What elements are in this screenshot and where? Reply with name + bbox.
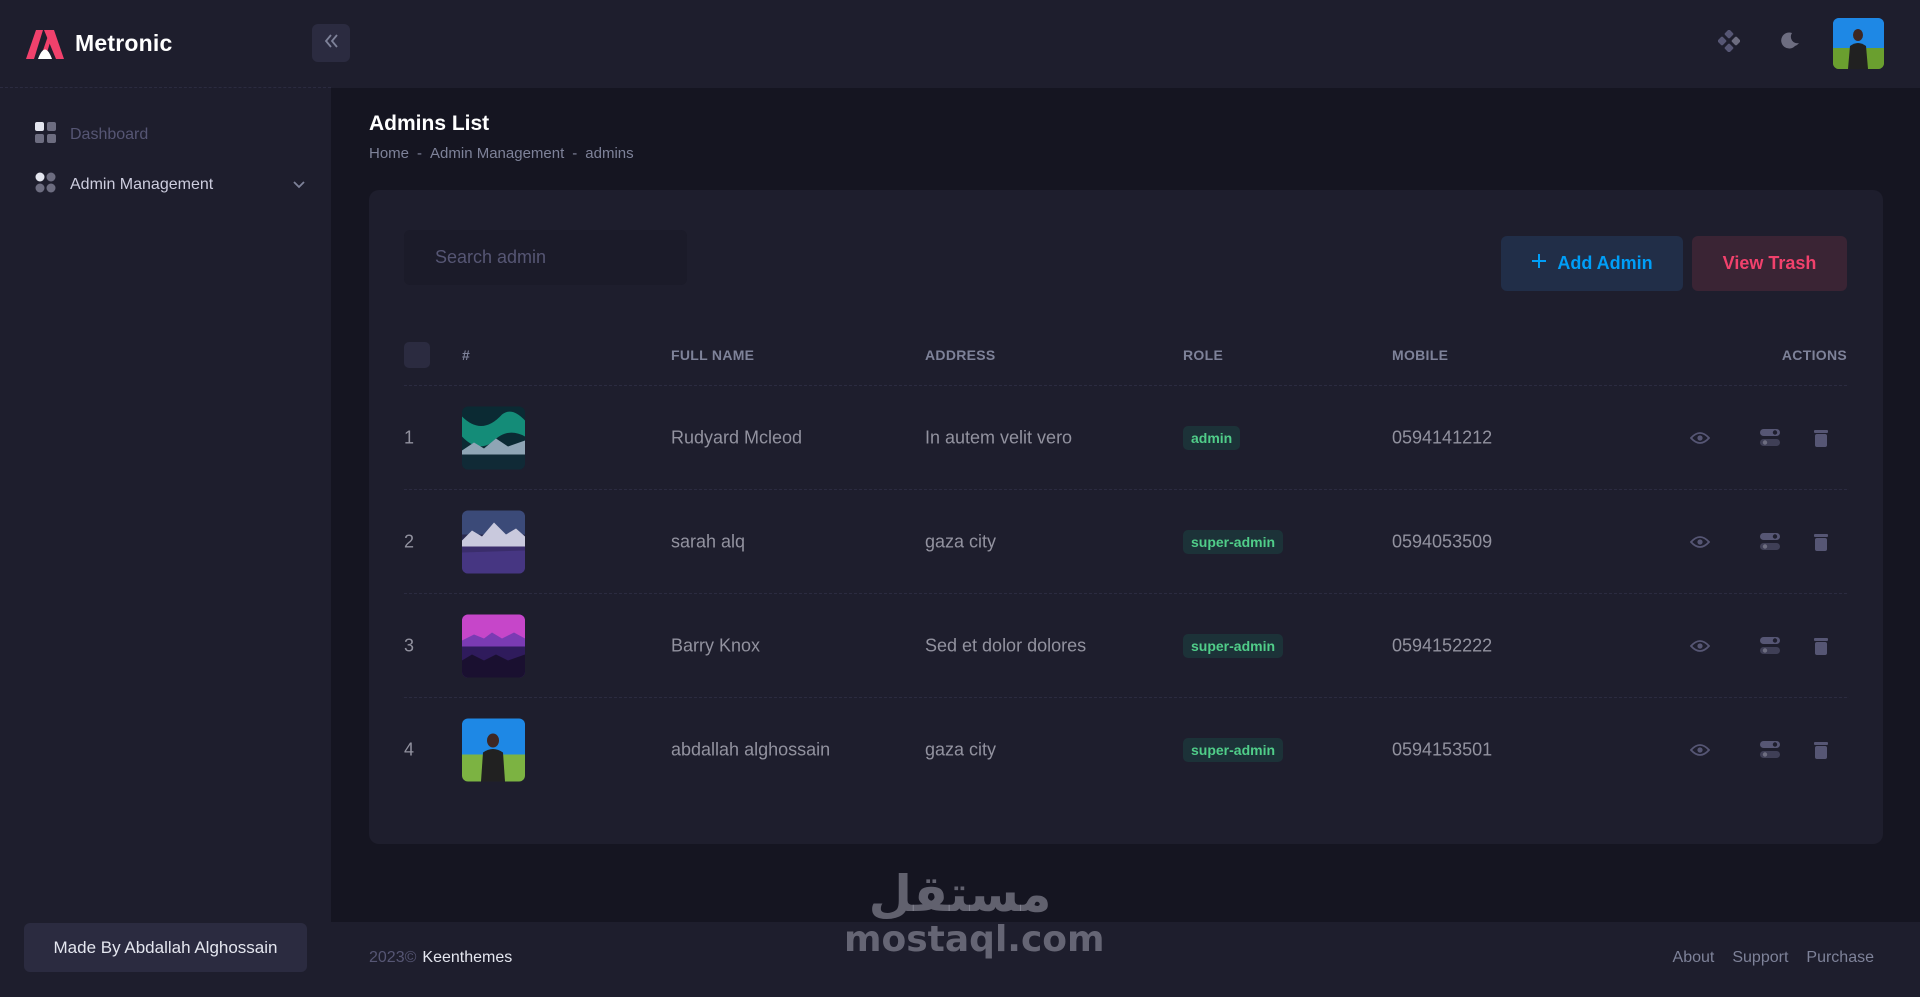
sidebar: Metronic Dashboard Admin Management Made… bbox=[0, 0, 331, 997]
table-row: 1 Rudyard Mcleod In autem velit vero adm… bbox=[404, 386, 1847, 490]
eye-icon[interactable] bbox=[1686, 528, 1714, 556]
breadcrumb-admin-management[interactable]: Admin Management bbox=[430, 145, 564, 162]
footer-link-support[interactable]: Support bbox=[1732, 949, 1788, 967]
breadcrumb-separator: - bbox=[572, 145, 578, 162]
column-header-mobile[interactable]: MOBILE bbox=[1392, 347, 1448, 363]
footer-link-about[interactable]: About bbox=[1673, 949, 1715, 967]
user-avatar[interactable] bbox=[1833, 18, 1884, 69]
sidebar-item-label: Dashboard bbox=[70, 126, 149, 143]
breadcrumb-admins: admins bbox=[585, 145, 634, 162]
row-number: 4 bbox=[404, 739, 415, 760]
footer-link-purchase[interactable]: Purchase bbox=[1806, 949, 1874, 967]
footer: 2023© Keenthemes About Support Purchase bbox=[331, 922, 1920, 997]
page-title: Admins List bbox=[369, 112, 490, 135]
add-admin-button[interactable]: Add Admin bbox=[1501, 236, 1683, 291]
header-actions bbox=[1709, 18, 1884, 69]
admins-card: Add Admin View Trash # FULL NAME ADDRESS… bbox=[369, 190, 1883, 844]
admins-table: # FULL NAME ADDRESS ROLE MOBILE ACTIONS … bbox=[404, 324, 1847, 802]
admin-mobile: 0594053509 bbox=[1392, 531, 1493, 551]
breadcrumb-separator: - bbox=[417, 145, 423, 162]
search-input[interactable] bbox=[435, 247, 675, 268]
brand[interactable]: Metronic bbox=[0, 0, 331, 88]
copyright-year: 2023© bbox=[369, 949, 417, 966]
toggle-status-icon[interactable] bbox=[1756, 424, 1784, 452]
apps-dots-icon bbox=[35, 172, 57, 199]
trash-icon[interactable] bbox=[1807, 736, 1835, 764]
metronic-logo-icon bbox=[24, 27, 66, 61]
admin-mobile: 0594141212 bbox=[1392, 427, 1493, 447]
table-row: 4 abdallah alghossain gaza city super-ad… bbox=[404, 698, 1847, 802]
eye-icon[interactable] bbox=[1686, 424, 1714, 452]
breadcrumb: Home - Admin Management - admins bbox=[369, 145, 634, 162]
eye-icon[interactable] bbox=[1686, 632, 1714, 660]
sidebar-item-dashboard[interactable]: Dashboard bbox=[0, 110, 331, 160]
admin-mobile: 0594153501 bbox=[1392, 739, 1493, 760]
toggle-status-icon[interactable] bbox=[1756, 528, 1784, 556]
admin-address: gaza city bbox=[925, 739, 997, 760]
trash-icon[interactable] bbox=[1807, 632, 1835, 660]
role-badge: super-admin bbox=[1183, 529, 1284, 554]
column-header-address[interactable]: ADDRESS bbox=[925, 347, 996, 363]
admin-full-name: abdallah alghossain bbox=[671, 739, 831, 760]
column-header-actions: ACTIONS bbox=[1781, 346, 1847, 363]
trash-icon[interactable] bbox=[1807, 424, 1835, 452]
admin-full-name: sarah alq bbox=[671, 531, 746, 551]
admin-photo bbox=[462, 614, 525, 677]
table-row: 2 sarah alq gaza city super-admin 059405… bbox=[404, 490, 1847, 594]
view-trash-button[interactable]: View Trash bbox=[1692, 236, 1847, 291]
sidebar-toggle-button[interactable] bbox=[312, 24, 350, 62]
column-header-index: # bbox=[462, 346, 471, 363]
moon-icon bbox=[1781, 31, 1801, 56]
watermark: مستقل mostaql.com bbox=[844, 865, 1105, 960]
trash-icon[interactable] bbox=[1807, 528, 1835, 556]
row-number: 3 bbox=[404, 635, 415, 655]
add-admin-label: Add Admin bbox=[1557, 253, 1653, 273]
watermark-latin: mostaql.com bbox=[844, 919, 1105, 960]
sidebar-item-label: Admin Management bbox=[70, 176, 214, 193]
quick-links-button[interactable] bbox=[1709, 24, 1749, 64]
sidebar-menu: Dashboard Admin Management bbox=[0, 88, 331, 210]
admin-photo bbox=[462, 510, 525, 573]
row-number: 2 bbox=[404, 531, 415, 551]
admin-mobile: 0594152222 bbox=[1392, 635, 1493, 655]
search-box bbox=[404, 230, 687, 285]
eye-icon[interactable] bbox=[1686, 736, 1714, 764]
made-by-badge[interactable]: Made By Abdallah Alghossain bbox=[24, 923, 307, 972]
table-row: 3 Barry Knox Sed et dolor dolores super-… bbox=[404, 594, 1847, 698]
dashboard-grid-icon bbox=[35, 121, 57, 149]
table-header: # FULL NAME ADDRESS ROLE MOBILE ACTIONS bbox=[404, 324, 1847, 386]
theme-toggle-button[interactable] bbox=[1771, 24, 1811, 64]
watermark-arabic: مستقل bbox=[868, 865, 1052, 923]
row-number: 1 bbox=[404, 427, 415, 447]
top-header bbox=[331, 0, 1920, 88]
role-badge: super-admin bbox=[1183, 633, 1284, 658]
brand-name: Metronic bbox=[75, 30, 173, 56]
footer-links: About Support Purchase bbox=[1655, 949, 1874, 967]
role-badge: super-admin bbox=[1183, 738, 1284, 762]
plus-icon bbox=[1531, 253, 1557, 274]
column-header-role[interactable]: ROLE bbox=[1183, 347, 1223, 363]
admin-address: Sed et dolor dolores bbox=[925, 635, 1087, 655]
breadcrumb-home[interactable]: Home bbox=[369, 145, 409, 162]
toggle-status-icon[interactable] bbox=[1756, 736, 1784, 764]
toggle-status-icon[interactable] bbox=[1756, 632, 1784, 660]
admin-full-name: Rudyard Mcleod bbox=[671, 427, 803, 447]
footer-company-link[interactable]: Keenthemes bbox=[422, 949, 512, 966]
admin-photo bbox=[462, 718, 525, 782]
column-header-full-name[interactable]: FULL NAME bbox=[671, 347, 754, 363]
sidebar-item-admin-management[interactable]: Admin Management bbox=[0, 160, 331, 210]
double-chevron-left-icon bbox=[323, 33, 339, 53]
footer-copyright: 2023© Keenthemes bbox=[369, 949, 512, 967]
admin-full-name: Barry Knox bbox=[671, 635, 761, 655]
admin-photo bbox=[462, 406, 525, 469]
select-all-checkbox[interactable] bbox=[404, 341, 430, 368]
chevron-down-icon bbox=[293, 176, 305, 194]
role-badge: admin bbox=[1183, 425, 1241, 450]
admin-address: In autem velit vero bbox=[925, 427, 1073, 447]
admin-address: gaza city bbox=[925, 531, 997, 551]
apps-icon bbox=[1717, 29, 1741, 57]
